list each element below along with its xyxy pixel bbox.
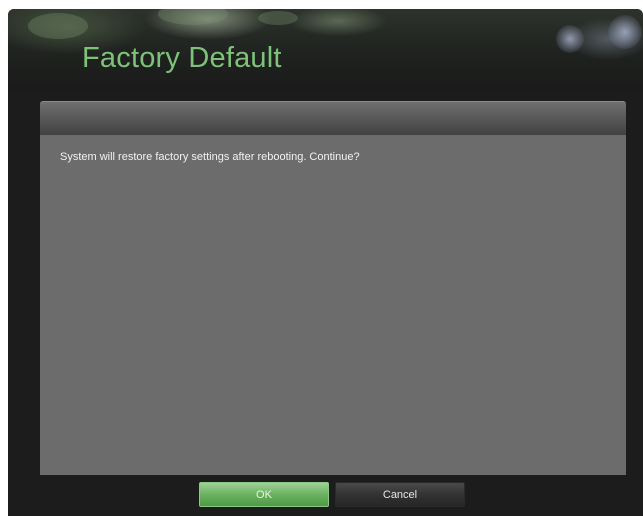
foliage-decoration <box>28 13 88 39</box>
bokeh-decoration <box>608 15 642 49</box>
cancel-button[interactable]: Cancel <box>335 482 465 507</box>
bokeh-decoration <box>556 25 584 53</box>
button-bar: OK Cancel <box>8 475 643 516</box>
foliage-decoration <box>258 11 298 25</box>
ok-button[interactable]: OK <box>199 482 329 507</box>
panel-header-bar <box>40 101 626 135</box>
content-panel: System will restore factory settings aft… <box>40 135 626 475</box>
factory-default-dialog: Factory Default System will restore fact… <box>8 9 643 516</box>
confirm-message: System will restore factory settings aft… <box>60 151 360 163</box>
foliage-decoration <box>158 9 228 25</box>
page-title: Factory Default <box>82 42 282 74</box>
header-banner: Factory Default <box>8 9 643 91</box>
